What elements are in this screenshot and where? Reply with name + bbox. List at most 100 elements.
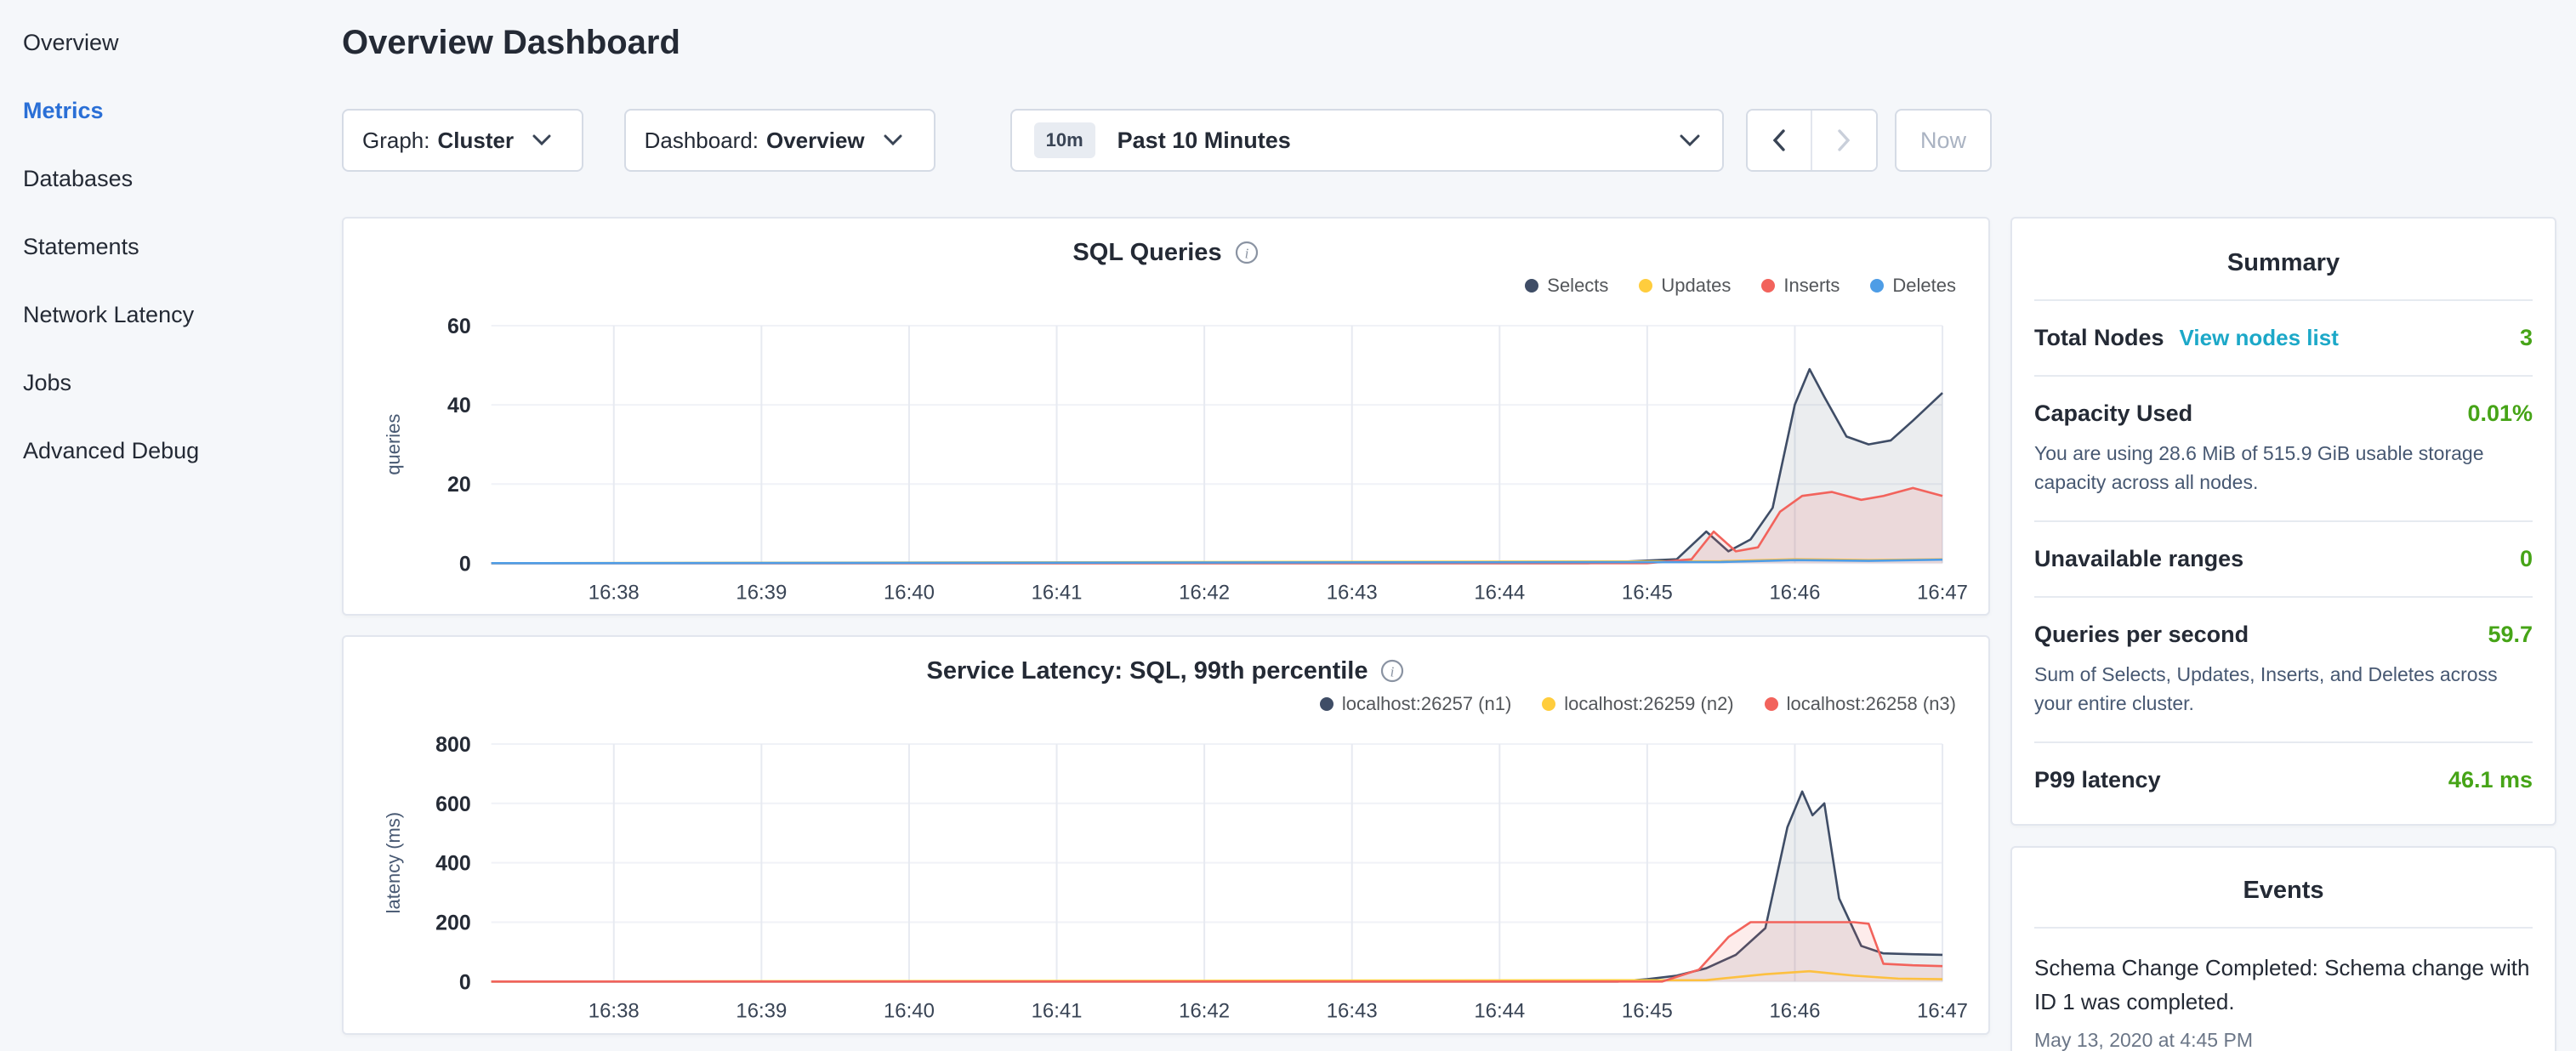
chevron-down-icon — [532, 134, 551, 146]
events-title: Events — [2034, 877, 2533, 929]
time-next-button[interactable] — [1812, 111, 1877, 170]
summary-row: Unavailable ranges0 — [2034, 522, 2533, 598]
svg-text:0: 0 — [459, 971, 471, 995]
svg-text:60: 60 — [447, 315, 471, 338]
svg-text:600: 600 — [435, 793, 471, 816]
legend-item[interactable]: Deletes — [1870, 275, 1956, 297]
summary-row: Total Nodes View nodes list 3 — [2034, 301, 2533, 377]
now-button[interactable]: Now — [1895, 109, 1992, 172]
legend-item[interactable]: localhost:26259 (n2) — [1542, 693, 1733, 715]
summary-description: Sum of Selects, Updates, Inserts, and De… — [2034, 660, 2516, 718]
svg-text:400: 400 — [435, 852, 471, 876]
view-nodes-list-link[interactable]: View nodes list — [2180, 325, 2339, 351]
svg-text:16:45: 16:45 — [1622, 1000, 1673, 1023]
time-range-label: Past 10 Minutes — [1117, 128, 1291, 154]
svg-text:16:40: 16:40 — [884, 581, 935, 604]
sidebar-item-jobs[interactable]: Jobs — [23, 349, 323, 417]
info-icon[interactable]: i — [1379, 658, 1405, 684]
legend-label: Updates — [1661, 275, 1731, 297]
legend-dot — [1761, 279, 1775, 293]
summary-label: Queries per second — [2034, 622, 2249, 648]
chart-card-sql-queries: SQL Queries i Selects Updates Inserts Delet… — [342, 217, 1990, 616]
chevron-down-icon — [1680, 134, 1700, 147]
summary-label: Capacity Used — [2034, 401, 2192, 427]
info-icon[interactable]: i — [1234, 240, 1260, 265]
svg-text:16:41: 16:41 — [1032, 581, 1083, 604]
sidebar-item-advanced-debug[interactable]: Advanced Debug — [23, 417, 323, 485]
charts-column: SQL Queries i Selects Updates Inserts Delet… — [342, 217, 1992, 1035]
sidebar-nav: OverviewMetricsDatabasesStatementsNetwor… — [23, 9, 323, 485]
time-prev-button[interactable] — [1748, 111, 1812, 170]
graph-dropdown-label: Graph: — [362, 128, 430, 154]
svg-text:latency (ms): latency (ms) — [383, 812, 404, 913]
legend-dot — [1870, 279, 1884, 293]
legend-label: localhost:26257 (n1) — [1342, 693, 1511, 715]
summary-value: 0 — [2520, 546, 2533, 572]
svg-text:16:46: 16:46 — [1770, 1000, 1821, 1023]
time-range-dropdown[interactable]: 10m Past 10 Minutes — [1010, 109, 1724, 172]
legend-item[interactable]: localhost:26258 (n3) — [1765, 693, 1956, 715]
legend-dot — [1320, 697, 1333, 711]
legend-item[interactable]: Updates — [1639, 275, 1731, 297]
svg-text:16:38: 16:38 — [589, 1000, 640, 1023]
toolbar: Graph: Cluster Dashboard: Overview 10m P… — [342, 109, 1992, 172]
legend-dot — [1765, 697, 1778, 711]
svg-text:16:43: 16:43 — [1327, 581, 1378, 604]
chart-plot: 020040060080016:3816:3916:4016:4116:4216… — [364, 724, 1968, 1022]
page-title: Overview Dashboard — [342, 22, 1992, 63]
sidebar-item-statements[interactable]: Statements — [23, 213, 323, 281]
svg-text:16:40: 16:40 — [884, 1000, 935, 1023]
summary-value: 3 — [2520, 325, 2533, 351]
legend-label: localhost:26258 (n3) — [1787, 693, 1956, 715]
summary-value: 0.01% — [2467, 401, 2533, 427]
sidebar-item-databases[interactable]: Databases — [23, 145, 323, 213]
chart-header: SQL Queries i — [364, 234, 1968, 271]
svg-text:0: 0 — [459, 552, 471, 576]
graph-dropdown-value: Cluster — [438, 128, 515, 154]
summary-description: You are using 28.6 MiB of 515.9 GiB usab… — [2034, 439, 2516, 497]
svg-text:16:42: 16:42 — [1179, 1000, 1230, 1023]
event-text: Schema Change Completed: Schema change w… — [2034, 951, 2533, 1019]
chart-title: Service Latency: SQL, 99th percentile — [927, 657, 1368, 685]
time-range-badge: 10m — [1034, 122, 1095, 158]
legend-dot — [1542, 697, 1555, 711]
svg-text:16:44: 16:44 — [1474, 581, 1525, 604]
chart-area: 020040060080016:3816:3916:4016:4116:4216… — [364, 724, 1968, 1022]
svg-text:16:41: 16:41 — [1032, 1000, 1083, 1023]
chevron-right-icon — [1837, 129, 1851, 151]
svg-text:16:47: 16:47 — [1917, 1000, 1968, 1023]
svg-text:i: i — [1390, 664, 1395, 680]
svg-text:200: 200 — [435, 912, 471, 935]
sidebar-item-overview[interactable]: Overview — [23, 9, 323, 77]
legend-dot — [1525, 279, 1538, 293]
svg-text:16:44: 16:44 — [1474, 1000, 1525, 1023]
legend-label: localhost:26259 (n2) — [1564, 693, 1733, 715]
svg-text:16:47: 16:47 — [1917, 581, 1968, 604]
main-content: Overview Dashboard Graph: Cluster Dashbo… — [342, 0, 1992, 1051]
summary-label: P99 latency — [2034, 767, 2161, 793]
summary-label: Total Nodes — [2034, 325, 2164, 351]
summary-row: Capacity Used 0.01% You are using 28.6 MiB… — [2034, 377, 2533, 522]
svg-text:16:43: 16:43 — [1327, 1000, 1378, 1023]
sidebar-item-network-latency[interactable]: Network Latency — [23, 281, 323, 349]
sidebar: OverviewMetricsDatabasesStatementsNetwor… — [0, 0, 323, 485]
event-item[interactable]: Schema Change Completed: Schema change w… — [2034, 929, 2533, 1051]
summary-value: 59.7 — [2488, 622, 2533, 648]
legend-dot — [1639, 279, 1652, 293]
summary-panel: Summary Total NodesView nodes list3Capac… — [2010, 217, 2556, 826]
graph-dropdown[interactable]: Graph: Cluster — [342, 109, 583, 172]
svg-text:i: i — [1244, 246, 1248, 262]
legend-label: Selects — [1547, 275, 1608, 297]
legend-item[interactable]: Selects — [1525, 275, 1608, 297]
svg-text:16:39: 16:39 — [736, 1000, 787, 1023]
svg-text:16:42: 16:42 — [1179, 581, 1230, 604]
legend-item[interactable]: localhost:26257 (n1) — [1320, 693, 1511, 715]
legend-item[interactable]: Inserts — [1761, 275, 1840, 297]
dashboard-dropdown[interactable]: Dashboard: Overview — [624, 109, 935, 172]
time-step-buttons — [1746, 109, 1878, 172]
chart-card-service-latency: Service Latency: SQL, 99th percentile i … — [342, 635, 1990, 1034]
sidebar-item-metrics[interactable]: Metrics — [23, 77, 323, 145]
chart-legend: localhost:26257 (n1) localhost:26259 (n2)… — [364, 691, 1968, 717]
svg-text:16:46: 16:46 — [1770, 581, 1821, 604]
dashboard-dropdown-label: Dashboard: — [645, 128, 759, 154]
